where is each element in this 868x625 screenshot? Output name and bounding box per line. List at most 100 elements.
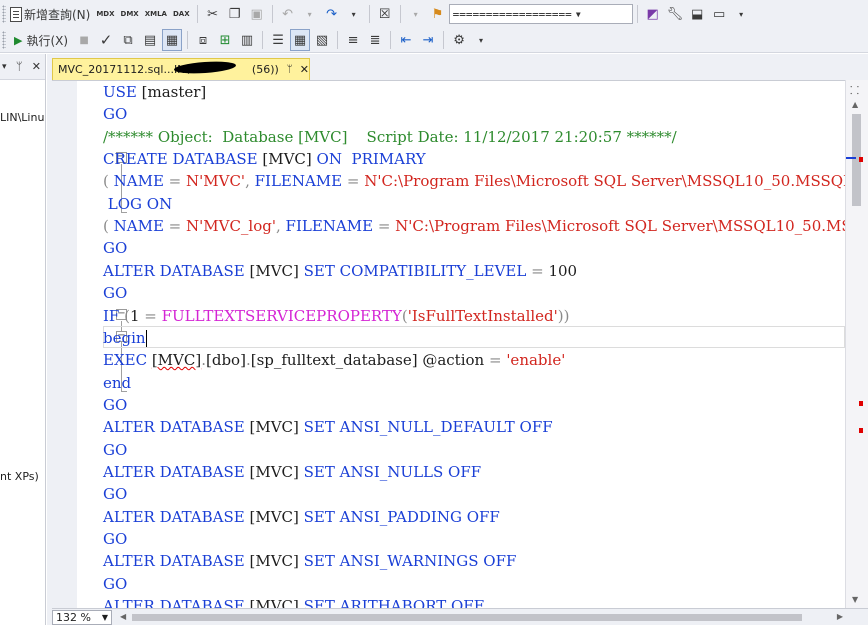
specify-template-values-button[interactable]: ⚙ bbox=[449, 29, 469, 51]
code-line[interactable]: ALTER DATABASE [MVC] SET ANSI_WARNINGS O… bbox=[103, 550, 516, 572]
toolbar-options-dropdown[interactable]: ▾ bbox=[731, 3, 751, 25]
code-line[interactable]: GO bbox=[103, 282, 127, 304]
results-to-grid-button[interactable]: ▦ bbox=[290, 29, 311, 51]
results-to-file-button[interactable]: ▧ bbox=[312, 29, 332, 51]
output-window-button[interactable]: ▭ bbox=[709, 3, 729, 25]
copy-button[interactable]: ❐ bbox=[225, 3, 245, 25]
live-stats-button[interactable]: ⊞ bbox=[215, 29, 235, 51]
sql-editor[interactable]: − − − USE [master] GO /****** Object: Data… bbox=[52, 80, 845, 608]
increase-indent-button[interactable]: ⇥ bbox=[418, 29, 438, 51]
code-line[interactable]: ALTER DATABASE [MVC] SET ARITHABORT OFF bbox=[103, 595, 484, 608]
query-options-button[interactable]: ▤ bbox=[140, 29, 160, 51]
chevron-down-icon: ▼ bbox=[101, 612, 108, 622]
pin-icon[interactable]: ᛘ bbox=[16, 60, 23, 73]
code-line[interactable]: GO bbox=[103, 528, 127, 550]
code-line[interactable]: end bbox=[103, 372, 131, 394]
solution-explorer-button[interactable]: ◩ bbox=[643, 3, 663, 25]
tree-item-extended-procs[interactable]: nt XPs) bbox=[0, 470, 39, 483]
toolbar-grip[interactable] bbox=[2, 5, 6, 23]
code-line[interactable]: ( NAME = N'MVC_log', FILENAME = N'C:\Pro… bbox=[103, 215, 845, 237]
configuration-dropdown[interactable]: ▾ bbox=[406, 3, 426, 25]
code-line[interactable]: EXEC [MVC].[dbo].[sp_fulltext_database] … bbox=[103, 349, 565, 371]
toolbar-separator bbox=[368, 5, 370, 23]
editor-gutter bbox=[52, 81, 77, 608]
code-line[interactable]: IF (1 = FULLTEXTSERVICEPROPERTY('IsFullT… bbox=[103, 305, 570, 327]
cancel-query-button[interactable]: ■ bbox=[74, 29, 94, 51]
code-line[interactable]: GO bbox=[103, 439, 127, 461]
comment-button[interactable]: ≡ bbox=[343, 29, 363, 51]
undo-dropdown[interactable]: ▾ bbox=[300, 3, 320, 25]
code-token: ( bbox=[103, 217, 114, 236]
redo-icon: ↷ bbox=[326, 6, 338, 22]
code-token: NAME bbox=[113, 217, 169, 236]
code-line[interactable]: /****** Object: Database [MVC] Script Da… bbox=[103, 126, 677, 148]
uncomment-button[interactable]: ≣ bbox=[365, 29, 385, 51]
client-stats-button[interactable]: ▥ bbox=[237, 29, 257, 51]
find-icon: ⚑ bbox=[431, 6, 444, 22]
decrease-indent-button[interactable]: ⇤ bbox=[396, 29, 416, 51]
code-line[interactable]: ALTER DATABASE [MVC] SET ANSI_NULL_DEFAU… bbox=[103, 416, 553, 438]
code-line[interactable]: USE [master] bbox=[103, 81, 206, 103]
chevron-down-icon[interactable]: ▾ bbox=[2, 62, 7, 72]
close-icon[interactable]: ✕ bbox=[300, 63, 309, 76]
scroll-left-icon[interactable]: ◀ bbox=[120, 612, 126, 621]
caret-position-marker bbox=[846, 157, 856, 159]
code-line[interactable]: GO bbox=[103, 573, 127, 595]
paste-button[interactable]: ▣ bbox=[247, 3, 267, 25]
code-line[interactable]: ALTER DATABASE [MVC] SET COMPATIBILITY_L… bbox=[103, 260, 577, 282]
scroll-up-icon[interactable]: ▲ bbox=[852, 100, 858, 109]
code-line[interactable]: GO bbox=[103, 394, 127, 416]
include-plan-button[interactable]: ⧈ bbox=[193, 29, 213, 51]
code-token: FILENAME bbox=[254, 172, 347, 191]
close-icon[interactable]: ✕ bbox=[32, 60, 41, 73]
horizontal-scrollbar[interactable]: ◀ ▶ bbox=[116, 611, 845, 623]
scroll-down-icon[interactable]: ▼ bbox=[852, 595, 858, 604]
chevron-down-icon: ▾ bbox=[479, 35, 484, 45]
scroll-right-icon[interactable]: ▶ bbox=[837, 612, 843, 621]
code-token: [sp_fulltext_database] @action bbox=[250, 351, 489, 370]
chevron-down-icon: ▾ bbox=[413, 9, 418, 19]
execute-button[interactable]: ▶ 執行(X) bbox=[10, 29, 72, 51]
toolbar-grip[interactable] bbox=[2, 31, 6, 49]
code-token: 100 bbox=[548, 261, 578, 280]
splitter-icon[interactable]: ⸬ bbox=[850, 83, 859, 98]
code-token: [dbo] bbox=[205, 351, 246, 370]
toolbar-separator bbox=[196, 5, 198, 23]
dmx-query-button[interactable]: DMX bbox=[119, 3, 141, 25]
parse-button[interactable]: ✓ bbox=[96, 29, 116, 51]
code-line[interactable]: ( NAME = N'MVC', FILENAME = N'C:\Program… bbox=[103, 170, 845, 192]
intellisense-button[interactable]: ▦ bbox=[162, 29, 183, 51]
activity-monitor-button[interactable]: ☒ bbox=[375, 3, 395, 25]
toolbox-button[interactable]: ⬓ bbox=[687, 3, 707, 25]
code-line[interactable]: ALTER DATABASE [MVC] SET ANSI_NULLS OFF bbox=[103, 461, 481, 483]
code-line[interactable]: GO bbox=[103, 103, 127, 125]
properties-button[interactable]: 🔧︎ bbox=[665, 3, 686, 25]
code-line[interactable]: GO bbox=[103, 483, 127, 505]
results-to-text-button[interactable]: ☰ bbox=[268, 29, 288, 51]
display-plan-button[interactable]: ⧉ bbox=[118, 29, 138, 51]
tree-item-server[interactable]: LIN\Linu bbox=[0, 111, 44, 124]
code-token: N'C:\Program Files\Microsoft SQL Server\… bbox=[395, 217, 845, 236]
toolbar-options-dropdown[interactable]: ▾ bbox=[471, 29, 491, 51]
code-token: SET ANSI_NULLS OFF bbox=[303, 462, 482, 481]
cut-button[interactable]: ✂ bbox=[203, 3, 223, 25]
undo-button[interactable]: ↶ bbox=[278, 3, 298, 25]
zoom-combo[interactable]: 132 % ▼ bbox=[52, 609, 112, 625]
dax-query-button[interactable]: DAX bbox=[171, 3, 192, 25]
vertical-scrollbar[interactable]: ⸬ ▲ ▼ bbox=[845, 80, 868, 608]
new-query-button[interactable]: 新增查詢(N) bbox=[10, 3, 92, 25]
scrollbar-thumb[interactable] bbox=[132, 614, 802, 621]
redo-button[interactable]: ↷ bbox=[322, 3, 342, 25]
code-line[interactable]: CREATE DATABASE [MVC] ON PRIMARY bbox=[103, 148, 426, 170]
code-line[interactable]: GO bbox=[103, 237, 127, 259]
mdx-query-button[interactable]: MDX bbox=[94, 3, 116, 25]
solution-explorer-icon: ◩ bbox=[646, 6, 659, 22]
redo-dropdown[interactable]: ▾ bbox=[344, 3, 364, 25]
code-line[interactable]: ALTER DATABASE [MVC] SET ANSI_PADDING OF… bbox=[103, 506, 500, 528]
pin-icon[interactable]: ᛘ bbox=[287, 64, 293, 75]
code-line[interactable]: LOG ON bbox=[103, 193, 172, 215]
xmla-query-button[interactable]: XMLA bbox=[143, 3, 169, 25]
code-line[interactable]: begin bbox=[103, 327, 147, 349]
find-button[interactable]: ⚑ bbox=[428, 3, 448, 25]
solution-configuration-combo[interactable]: ================== ▼ bbox=[448, 4, 633, 24]
